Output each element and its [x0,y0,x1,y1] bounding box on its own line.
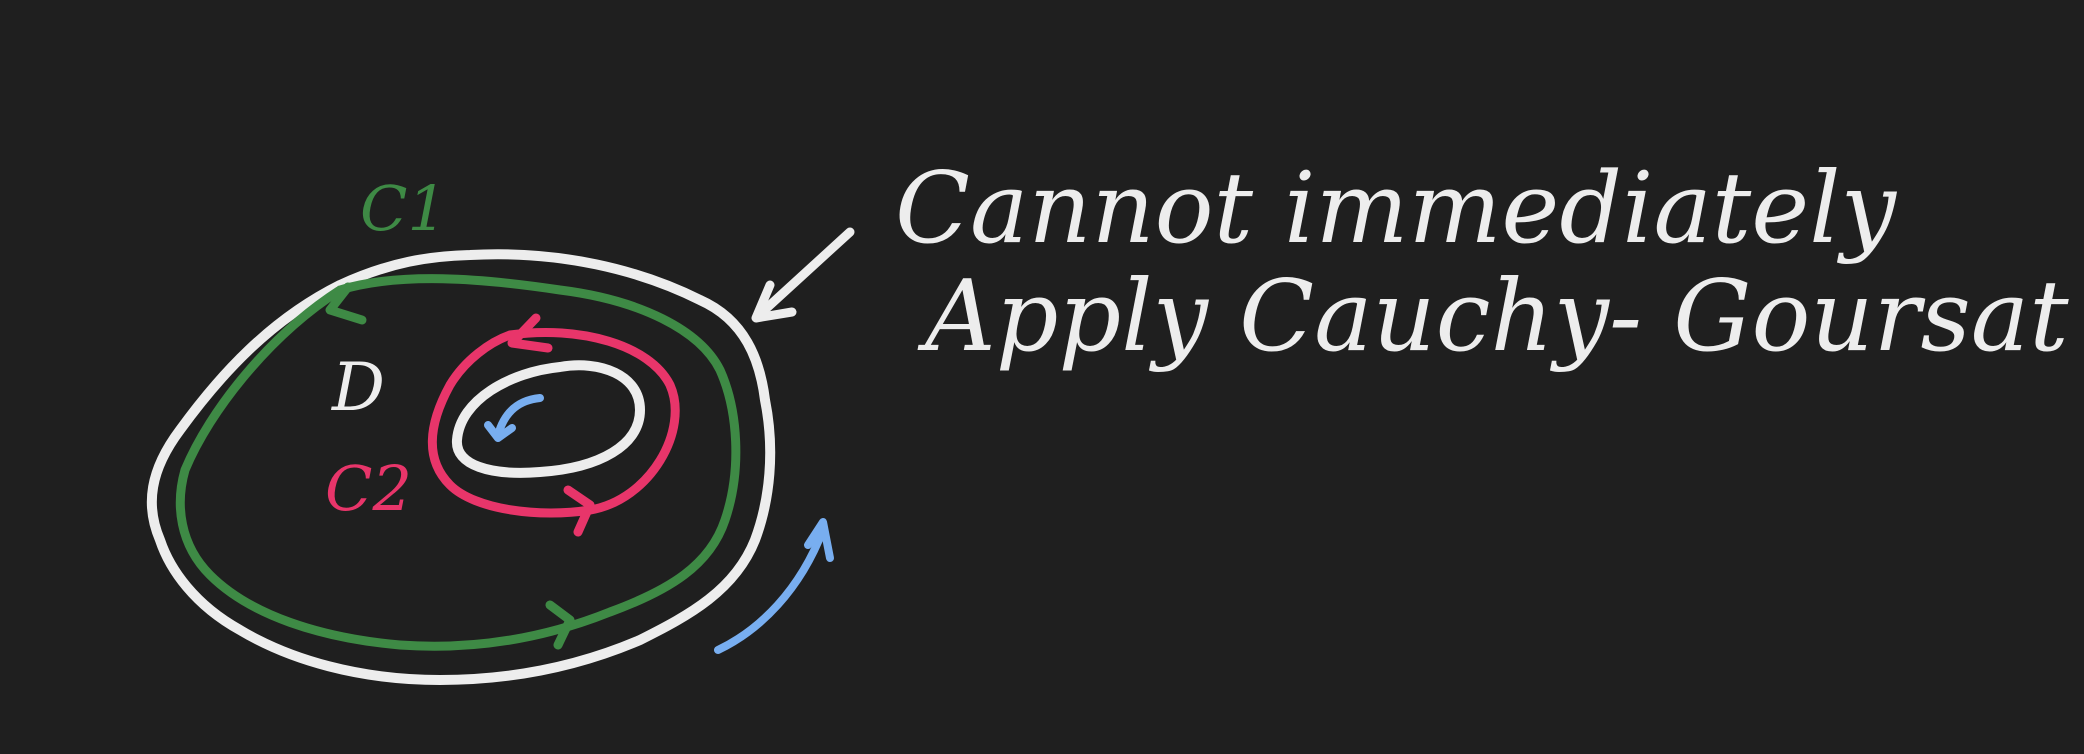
inner-hole-boundary [452,360,645,478]
whiteboard-canvas: C1 D C2 Cannot immediately Apply Cauchy-… [0,0,2084,754]
outer-region-boundary [146,249,776,685]
label-c1: C1 [360,172,447,245]
label-domain: D [331,349,385,426]
note-line-1: Cannot immediately [895,152,1898,266]
label-c2: C2 [325,452,412,525]
note-line-2: Apply Cauchy- Goursat [917,260,2069,374]
pointer-arrow [753,227,855,321]
diagram-svg: C1 D C2 Cannot immediately Apply Cauchy-… [146,152,2069,685]
